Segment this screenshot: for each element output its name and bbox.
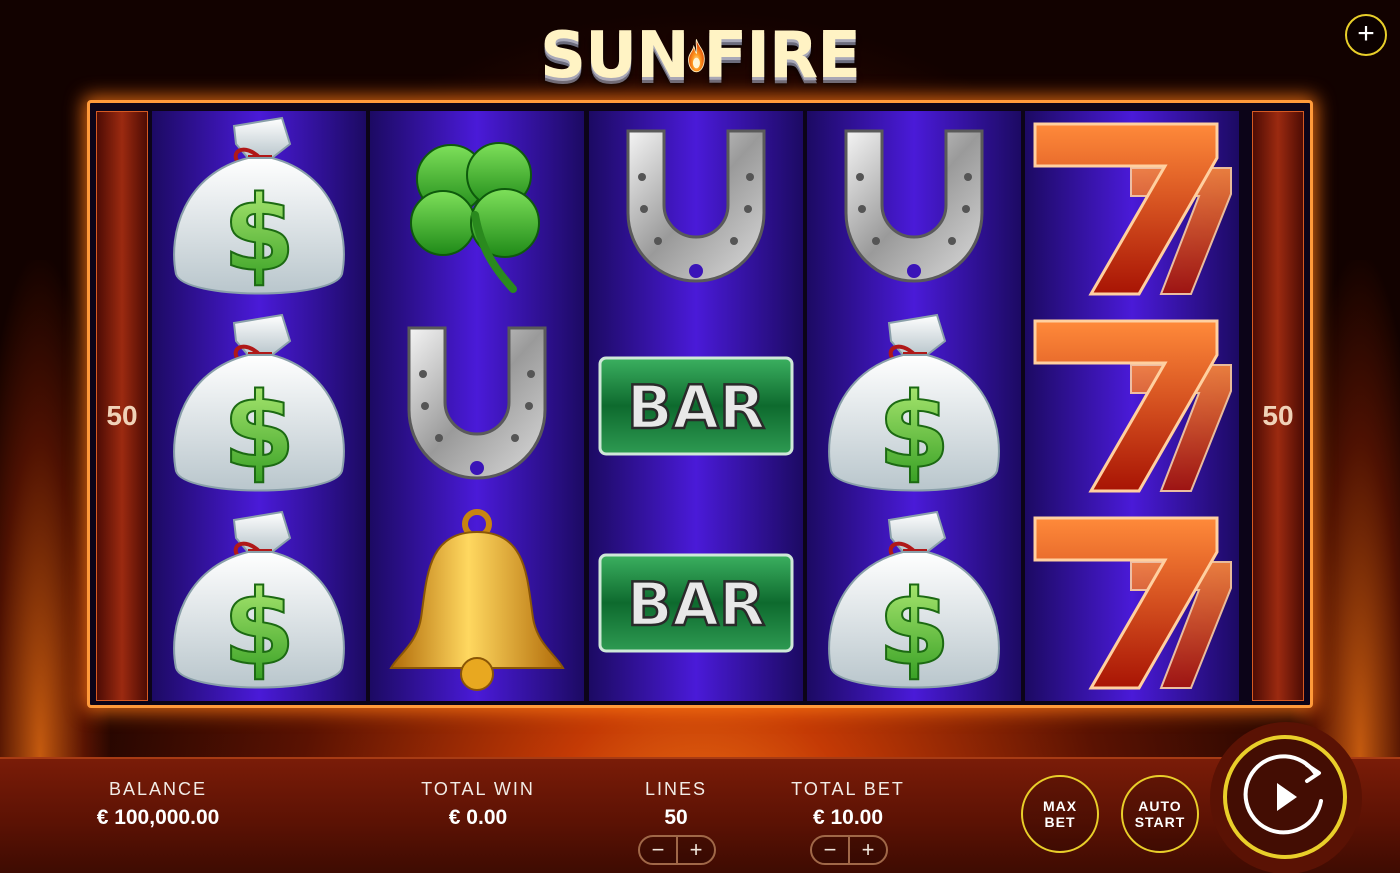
svg-text:$: $: [223, 567, 295, 689]
money-bag-icon: $: [152, 505, 366, 701]
reel-5: [1025, 111, 1239, 701]
lines-display: LINES 50: [616, 779, 736, 830]
total-win-display: TOTAL WIN € 0.00: [398, 779, 558, 830]
lines-label: LINES: [644, 779, 708, 799]
svg-text:$: $: [223, 173, 295, 295]
max-bet-button[interactable]: MAX BET: [1021, 775, 1099, 853]
spin-button[interactable]: [1223, 735, 1347, 859]
bell-icon: [370, 505, 584, 701]
seven-icon: [1025, 505, 1239, 701]
lines-decrease-button[interactable]: −: [640, 837, 678, 863]
max-bet-label-line1: MAX: [1042, 798, 1078, 814]
money-bag-icon: $: [807, 308, 1021, 504]
svg-text:BAR: BAR: [627, 570, 765, 640]
bar-icon: BAR: [589, 505, 803, 701]
reel-2: [370, 111, 584, 701]
bet-stepper: − +: [810, 835, 888, 865]
spin-refresh-icon: [1243, 754, 1323, 835]
reel-1: $ $ $: [152, 111, 366, 701]
total-win-label: TOTAL WIN: [421, 779, 535, 799]
payline-indicator-left: 50: [96, 111, 148, 701]
svg-text:$: $: [223, 370, 295, 492]
balance-label: BALANCE: [108, 779, 208, 799]
svg-text:$: $: [878, 567, 950, 689]
auto-start-button[interactable]: AUTO START: [1121, 775, 1199, 853]
reels-frame: 50 50 $ $ $ BAR BAR $ $: [87, 100, 1313, 708]
horseshoe-icon: [370, 308, 584, 504]
total-bet-label: TOTAL BET: [791, 779, 905, 799]
seven-icon: [1025, 111, 1239, 307]
play-icon: [1277, 783, 1297, 811]
money-bag-icon: $: [152, 308, 366, 504]
game-logo: SUN FIRE: [540, 10, 861, 102]
reel-4: $ $: [807, 111, 1021, 701]
plus-icon: +: [1357, 17, 1375, 50]
horseshoe-icon: [807, 111, 1021, 307]
lines-stepper: − +: [638, 835, 716, 865]
lines-increase-button[interactable]: +: [678, 837, 714, 863]
payline-count-right: 50: [1262, 400, 1294, 431]
svg-text:BAR: BAR: [627, 373, 765, 443]
total-win-value: € 0.00: [448, 806, 508, 829]
auto-start-label-line2: START: [1134, 814, 1186, 830]
seven-icon: [1025, 308, 1239, 504]
max-bet-label-line2: BET: [1044, 814, 1076, 830]
balance-value: € 100,000.00: [96, 806, 220, 829]
bet-decrease-button[interactable]: −: [812, 837, 850, 863]
payline-count-left: 50: [106, 400, 138, 431]
logo-text-sun: SUN: [540, 19, 690, 93]
clover-icon: [370, 111, 584, 307]
svg-text:$: $: [878, 370, 950, 492]
bet-increase-button[interactable]: +: [850, 837, 886, 863]
lines-value: 50: [664, 806, 688, 829]
horseshoe-icon: [589, 111, 803, 307]
menu-plus-button[interactable]: +: [1345, 14, 1387, 56]
money-bag-icon: $: [807, 505, 1021, 701]
balance-display: BALANCE € 100,000.00: [78, 779, 238, 830]
payline-indicator-right: 50: [1252, 111, 1304, 701]
total-bet-value: € 10.00: [812, 806, 884, 829]
money-bag-icon: $: [152, 111, 366, 307]
logo-text-fire: FIRE: [703, 19, 861, 93]
bar-icon: BAR: [589, 308, 803, 504]
game-stage: SUN FIRE + 50 50 $ $ $ BAR BAR $ $ BALAN…: [0, 0, 1400, 873]
total-bet-display: TOTAL BET € 10.00: [768, 779, 928, 830]
auto-start-label-line1: AUTO: [1138, 798, 1182, 814]
reel-3: BAR BAR: [589, 111, 803, 701]
